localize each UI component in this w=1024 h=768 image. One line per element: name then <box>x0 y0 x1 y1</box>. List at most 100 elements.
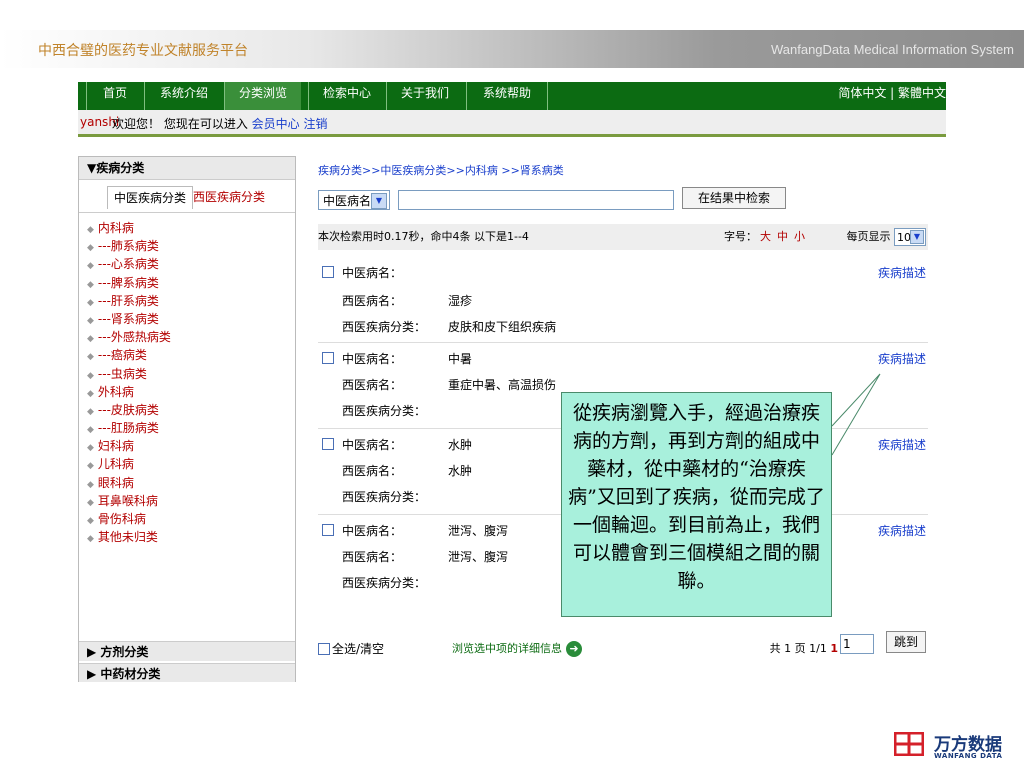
record-checkbox[interactable] <box>322 524 334 536</box>
disease-description-link[interactable]: 疾病描述 <box>878 522 926 539</box>
wm-name-value: 泄泻、腹泻 <box>448 550 509 564</box>
wm-name-value: 水肿 <box>448 464 473 478</box>
wm-name-label: 西医病名： <box>342 464 403 478</box>
bullet-icon: ◆ <box>87 297 94 308</box>
disease-description-link[interactable]: 疾病描述 <box>878 350 926 367</box>
font-size-control: 字号：大中小 <box>724 230 805 243</box>
wm-category-label: 西医疾病分类： <box>342 490 427 504</box>
wm-name-value: 重症中暑、高温损伤 <box>448 378 557 392</box>
sidebar-item[interactable]: ◆ 其他未归类 <box>79 528 295 546</box>
sidebar-item[interactable]: ◆ 妇科病 <box>79 437 295 455</box>
bullet-icon: ◆ <box>87 406 94 417</box>
nav-about-us[interactable]: 关于我们 <box>386 82 463 110</box>
bullet-icon: ◆ <box>87 388 94 399</box>
font-large[interactable]: 大 <box>760 230 771 243</box>
disease-description-link[interactable]: 疾病描述 <box>878 264 926 281</box>
bullet-icon: ◆ <box>87 225 94 235</box>
nav-home[interactable]: 首页 <box>86 82 143 110</box>
sidebar-item[interactable]: ◆ ---虫病类 <box>79 365 295 383</box>
sidebar-item[interactable]: ◆ ---肾系病类 <box>79 310 295 328</box>
bullet-icon: ◆ <box>87 352 94 363</box>
record-checkbox[interactable] <box>322 352 334 364</box>
pager: 共 1 页 1/1 1 <box>769 642 838 655</box>
user-bar: yanshi 欢迎您！ 您现在可以进入 会员中心 注销 <box>78 110 946 137</box>
arrow-right-icon[interactable]: ➜ <box>566 641 582 657</box>
annotation-callout: 從疾病瀏覽入手，經過治療疾病的方劑，再到方劑的組成中藥材，從中藥材的“治療疾病”… <box>561 392 832 617</box>
sidebar-item[interactable]: ◆ ---脾系病类 <box>79 274 295 292</box>
record-checkbox[interactable] <box>322 266 334 278</box>
bullet-icon: ◆ <box>87 461 94 472</box>
field-select[interactable]: 中医病名 ▼ <box>318 190 390 210</box>
herb-category[interactable]: ▶ 中药材分类 <box>79 663 295 682</box>
sidebar-item[interactable]: ◆ 耳鼻喉科病 <box>79 492 295 510</box>
tab-tcm-disease[interactable]: 中医疾病分类 <box>107 186 194 209</box>
sidebar-item[interactable]: ◆ ---肛肠病类 <box>79 419 295 437</box>
bullet-icon: ◆ <box>87 370 94 381</box>
sidebar-item[interactable]: ◆ 内科病 <box>79 219 295 237</box>
disease-description-link[interactable]: 疾病描述 <box>878 436 926 453</box>
tcm-name-value: 中暑 <box>448 352 473 366</box>
result-record: 中医病名： 西医病名： 湿疹 西医疾病分类： 皮肤和皮下组织疾病 疾病描述 <box>318 260 928 343</box>
prescription-category[interactable]: ▶ 方剂分类 <box>79 641 295 661</box>
per-page-select[interactable]: 10 ▼ <box>894 228 926 246</box>
bullet-icon: ◆ <box>87 334 94 345</box>
nav-system-intro[interactable]: 系统介绍 <box>144 82 223 110</box>
tab-western-disease[interactable]: 西医疾病分类 <box>187 186 271 208</box>
select-all[interactable]: 全选/清空 <box>318 640 384 657</box>
member-center-link[interactable]: 会员中心 <box>252 117 300 131</box>
wanfang-logo: 万方数据 WANFANG DATA <box>894 732 1024 766</box>
per-page-control: 每页显示 10 ▼ <box>847 224 926 250</box>
nav-search-center[interactable]: 检索中心 <box>308 82 385 110</box>
chevron-down-icon: ▼ <box>910 230 924 244</box>
disease-category-list: ◆ 内科病 ◆ ---肺系病类 ◆ ---心系病类 ◆ ---脾系病类 ◆ ---肝系病类… <box>79 213 295 546</box>
select-all-checkbox[interactable] <box>318 643 330 655</box>
bullet-icon: ◆ <box>87 243 94 254</box>
nav-bar: 首页 系统介绍 分类浏览 检索中心 关于我们 系统帮助 简体中文 | 繁體中文 <box>78 82 946 110</box>
search-in-results-button[interactable]: 在结果中检索 <box>682 187 786 209</box>
system-name: WanfangData Medical Information System <box>770 42 1014 57</box>
site-title: 中西合璧的医药专业文献服务平台 <box>38 43 248 59</box>
category-sidebar: ▼疾病分类 中医疾病分类 西医疾病分类 ◆ 内科病 ◆ ---肺系病类 ◆ ---心系… <box>78 156 296 682</box>
jump-button[interactable]: 跳到 <box>886 631 926 653</box>
wm-name-label: 西医病名： <box>342 378 403 392</box>
wm-category-label: 西医疾病分类： <box>342 576 427 590</box>
sidebar-item[interactable]: ◆ 外科病 <box>79 383 295 401</box>
record-checkbox[interactable] <box>322 438 334 450</box>
sidebar-item[interactable]: ◆ ---癌病类 <box>79 346 295 364</box>
wm-name-label: 西医病名： <box>342 294 403 308</box>
page-number-input[interactable]: 1 <box>840 634 874 654</box>
tcm-name-value: 水肿 <box>448 438 473 452</box>
language-switch[interactable]: 简体中文 | 繁體中文 <box>838 82 946 110</box>
bullet-icon: ◆ <box>87 315 94 326</box>
sidebar-item[interactable]: ◆ ---外感热病类 <box>79 328 295 346</box>
logout-link[interactable]: 注销 <box>304 117 328 131</box>
search-input[interactable] <box>398 190 674 210</box>
breadcrumb[interactable]: 疾病分类>>中医疾病分类>>内科病 >>肾系病类 <box>318 162 564 178</box>
bullet-icon: ◆ <box>87 443 94 454</box>
nav-category-browse[interactable]: 分类浏览 <box>224 82 301 110</box>
sidebar-item[interactable]: ◆ ---皮肤病类 <box>79 401 295 419</box>
sidebar-item[interactable]: ◆ ---肺系病类 <box>79 237 295 255</box>
top-banner: 中西合璧的医药专业文献服务平台 WanfangData Medical Info… <box>0 30 1024 68</box>
bullet-icon: ◆ <box>87 516 94 526</box>
sidebar-item[interactable]: ◆ 骨伤科病 <box>79 510 295 528</box>
sidebar-item[interactable]: ◆ ---心系病类 <box>79 255 295 273</box>
wm-name-label: 西医病名： <box>342 550 403 564</box>
bullet-icon: ◆ <box>87 497 94 508</box>
font-small[interactable]: 小 <box>794 230 805 243</box>
tcm-name-value: 泄泻、腹泻 <box>448 524 509 538</box>
bullet-icon: ◆ <box>87 534 94 545</box>
font-medium[interactable]: 中 <box>777 230 788 243</box>
tcm-name-label: 中医病名： <box>342 524 403 538</box>
view-details-link[interactable]: 浏览选中项的详细信息 ➜ <box>452 640 582 657</box>
disease-category-heading[interactable]: ▼疾病分类 <box>79 157 295 180</box>
tcm-name-label: 中医病名： <box>342 266 403 280</box>
sidebar-item[interactable]: ◆ 眼科病 <box>79 474 295 492</box>
nav-system-help[interactable]: 系统帮助 <box>466 82 548 110</box>
current-page[interactable]: 1 <box>830 642 838 655</box>
wm-category-value: 皮肤和皮下组织疾病 <box>448 320 557 334</box>
sidebar-item[interactable]: ◆ 儿科病 <box>79 455 295 473</box>
wm-category-label: 西医疾病分类： <box>342 404 427 418</box>
sidebar-item[interactable]: ◆ ---肝系病类 <box>79 292 295 310</box>
results-footer: 全选/清空 浏览选中项的详细信息 ➜ 共 1 页 1/1 1 1 跳到 <box>318 631 928 660</box>
